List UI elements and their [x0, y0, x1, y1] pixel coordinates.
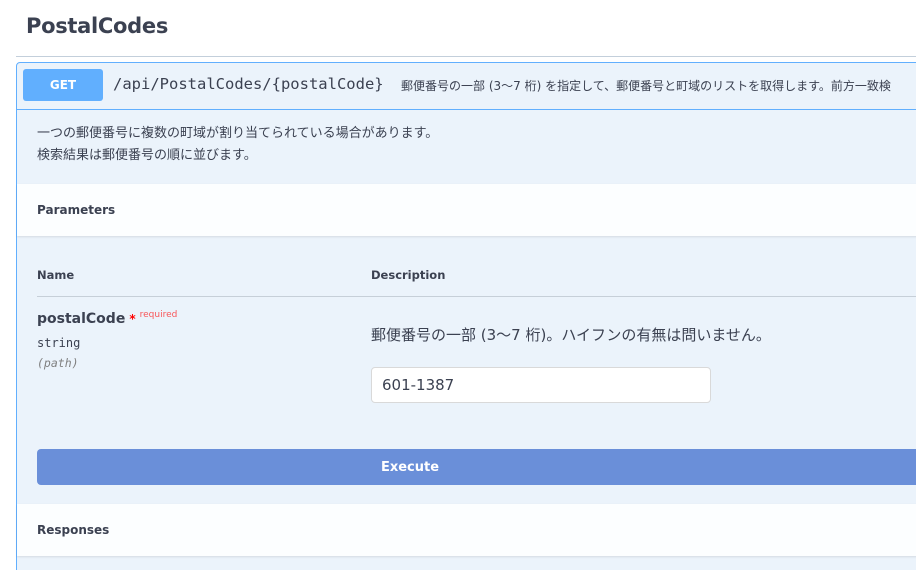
parameter-name: postalCode [37, 311, 126, 327]
section-divider [16, 56, 916, 57]
parameters-title: Parameters [37, 203, 116, 217]
description-line: 検索結果は郵便番号の順に並びます。 [37, 148, 257, 163]
required-star: * [129, 312, 136, 326]
operation-description: 一つの郵便番号に複数の町域が割り当てられている場合があります。 検索結果は郵便番… [37, 123, 438, 167]
section-title[interactable]: PostalCodes [26, 14, 168, 38]
swagger-page: PostalCodes GET /api/PostalCodes/{postal… [0, 0, 916, 570]
responses-header: Responses [17, 504, 916, 556]
operation-summary-text: 郵便番号の一部 (3～7 桁) を指定して、郵便番号と町域のリストを取得します。… [401, 79, 891, 93]
operation-block: GET /api/PostalCodes/{postalCode} 郵便番号の一… [16, 62, 916, 570]
operation-path[interactable]: /api/PostalCodes/{postalCode} [113, 75, 384, 93]
description-line: 一つの郵便番号に複数の町域が割り当てられている場合があります。 [37, 126, 439, 141]
responses-title: Responses [37, 523, 110, 537]
parameter-name-row: postalCode * required [37, 310, 178, 327]
parameter-location: (path) [37, 356, 79, 370]
parameter-description: 郵便番号の一部 (3～7 桁)。ハイフンの有無は問いません。 [371, 326, 771, 344]
method-badge[interactable]: GET [23, 69, 103, 101]
column-header-name: Name [37, 268, 75, 282]
parameter-type: string [37, 336, 81, 350]
postal-code-input[interactable] [371, 367, 711, 403]
parameters-header: Parameters [17, 184, 916, 236]
required-label: required [139, 310, 178, 320]
table-header-divider [37, 296, 916, 297]
execute-button[interactable]: Execute [37, 449, 916, 485]
operation-summary[interactable]: GET /api/PostalCodes/{postalCode} 郵便番号の一… [17, 63, 916, 110]
column-header-description: Description [371, 268, 446, 282]
